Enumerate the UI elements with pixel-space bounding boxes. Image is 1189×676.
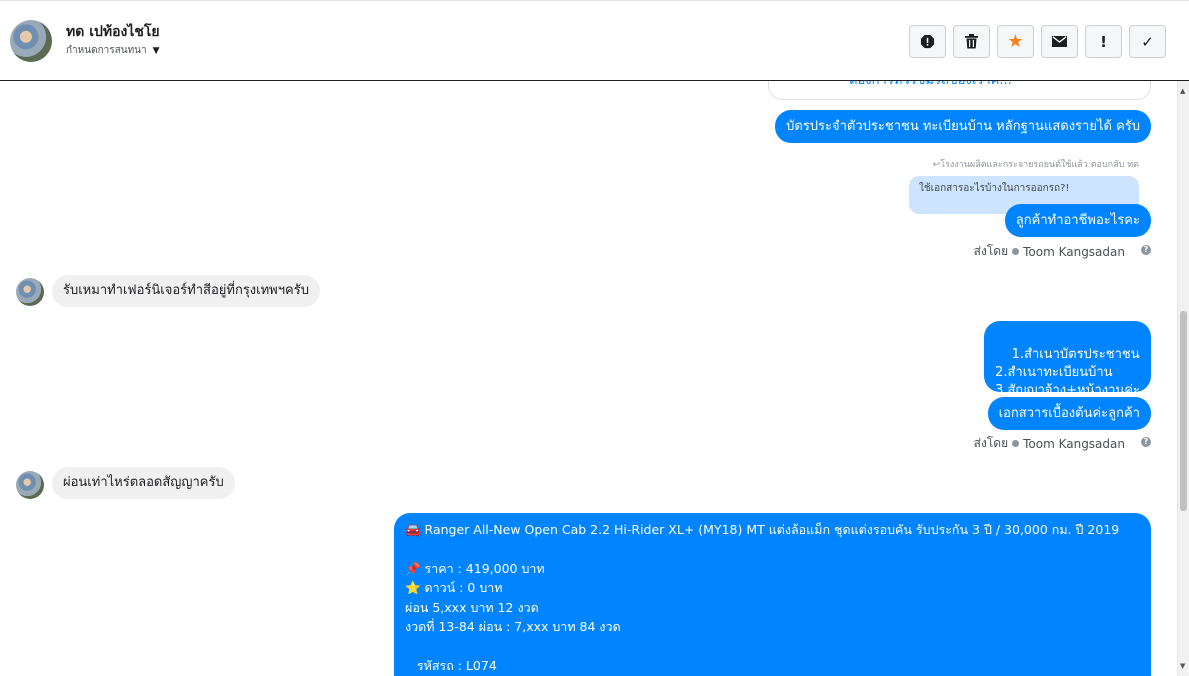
offer-line: 🚘 Ranger All-New Open Cab 2.2 Hi-Rider X… xyxy=(405,522,1120,537)
offer-message[interactable]: 🚘 Ranger All-New Open Cab 2.2 Hi-Rider X… xyxy=(394,513,1151,676)
offer-line: 📌 ราคา : 419,000 บาท xyxy=(405,560,545,576)
message-text: บัตรประจำตัวประชาชน ทะเบียนบ้าน หลักฐานแ… xyxy=(786,119,1140,134)
thread-scrollbar[interactable]: ▲ ▼ xyxy=(1177,81,1189,676)
mail-icon xyxy=(1052,36,1067,47)
message-text: ลูกค้าทำอาชีพอะไรคะ xyxy=(1015,213,1140,228)
offer-line: ผ่อน 5,xxx บาท 12 งวด xyxy=(405,599,539,615)
contact-avatar-small[interactable] xyxy=(16,278,44,306)
sent-by-line: ส่งโดย Toom Kangsadan xyxy=(974,434,1125,453)
offer-line xyxy=(405,540,1140,559)
outgoing-message[interactable]: 1.สำเนาบัตรประชาชน 2.สำเนาทะเบียนบ้าน 3.… xyxy=(984,321,1151,398)
assign-conversation-dropdown[interactable]: กำหนดการสนทนา ▼ xyxy=(66,43,160,58)
sent-by-name[interactable]: Toom Kangsadan xyxy=(1023,245,1125,259)
sent-by-line: ส่งโดย Toom Kangsadan xyxy=(974,242,1125,261)
mark-unread-button[interactable] xyxy=(1041,25,1078,58)
header-toolbar: ★ ! ✓ xyxy=(909,25,1166,58)
scroll-down-icon[interactable]: ▼ xyxy=(1180,662,1185,670)
agent-dot-icon xyxy=(1012,248,1020,255)
delete-button[interactable] xyxy=(953,25,990,58)
follow-up-button[interactable]: ! xyxy=(1085,25,1122,58)
link-card-text[interactable]: ต้องการทัวร์ชมรถของเราค... xyxy=(849,81,1012,90)
caret-down-icon: ▼ xyxy=(152,45,160,56)
spam-icon xyxy=(920,34,935,49)
sent-by-label: ส่งโดย xyxy=(973,436,1009,450)
follow-up-icon: ! xyxy=(1100,32,1107,51)
link-card[interactable]: ต้องการทัวร์ชมรถของเราค... xyxy=(768,81,1151,100)
mark-spam-button[interactable] xyxy=(909,25,946,58)
done-icon: ✓ xyxy=(1141,32,1154,51)
assign-label: กำหนดการสนทนา xyxy=(66,45,147,56)
offer-line xyxy=(405,637,1140,656)
contact-name[interactable]: ทด เปท้องไชโย xyxy=(66,21,160,43)
mark-done-button[interactable]: ✓ xyxy=(1129,25,1166,58)
offer-line: ⭐ ดาวน์ : 0 บาท xyxy=(405,580,503,595)
scroll-up-icon[interactable]: ▲ xyxy=(1180,87,1185,95)
trash-icon xyxy=(965,34,978,49)
reply-meta: ↩โรงงานผลิตและกระจายรถยนต์ใช้แล้ว ตอบกลั… xyxy=(932,160,1139,170)
offer-line: งวดที่ 13-84 ผ่อน : 7,xxx บาท 84 งวด xyxy=(405,619,621,634)
conversation-header: ทด เปท้องไชโย กำหนดการสนทนา ▼ ★ ! ✓ xyxy=(0,0,1189,81)
contact-avatar-small[interactable] xyxy=(16,471,44,499)
outgoing-message[interactable]: บัตรประจำตัวประชาชน ทะเบียนบ้าน หลักฐานแ… xyxy=(775,110,1151,143)
contact-avatar[interactable] xyxy=(10,20,52,62)
incoming-message[interactable]: ผ่อนเท่าไหร่ตลอดสัญญาครับ xyxy=(52,467,235,499)
outgoing-message[interactable]: ลูกค้าทำอาชีพอะไรคะ xyxy=(1004,204,1151,237)
reply-quote-text: ใช้เอกสารอะไรบ้างในการออกรถ?! xyxy=(919,183,1070,194)
star-icon: ★ xyxy=(1007,31,1024,52)
sent-by-label: ส่งโดย xyxy=(973,244,1009,258)
star-button[interactable]: ★ xyxy=(997,25,1034,58)
scroll-thumb[interactable] xyxy=(1180,311,1187,511)
help-icon[interactable]: ? xyxy=(1141,245,1151,255)
outgoing-message[interactable]: เอกสวารเบื้องต้นค่ะลูกค้า xyxy=(987,397,1151,430)
incoming-message[interactable]: รับเหมาทำเฟอร์นิเจอร์ทำสีอยู่ที่กรุงเทพฯ… xyxy=(52,275,320,307)
agent-dot-icon xyxy=(1012,440,1020,447)
offer-line: รหัสรถ : L074 xyxy=(405,657,497,673)
sent-by-name[interactable]: Toom Kangsadan xyxy=(1023,437,1125,451)
message-text: 1.สำเนาบัตรประชาชน 2.สำเนาทะเบียนบ้าน 3.… xyxy=(995,347,1140,398)
message-text: เอกสวารเบื้องต้นค่ะลูกค้า xyxy=(998,406,1140,421)
message-text: รับเหมาทำเฟอร์นิเจอร์ทำสีอยู่ที่กรุงเทพฯ… xyxy=(63,283,309,298)
message-thread[interactable]: ต้องการทัวร์ชมรถของเราค... บัตรประจำตัวป… xyxy=(0,81,1177,676)
message-text: ผ่อนเท่าไหร่ตลอดสัญญาครับ xyxy=(63,475,224,490)
help-icon[interactable]: ? xyxy=(1141,437,1151,447)
